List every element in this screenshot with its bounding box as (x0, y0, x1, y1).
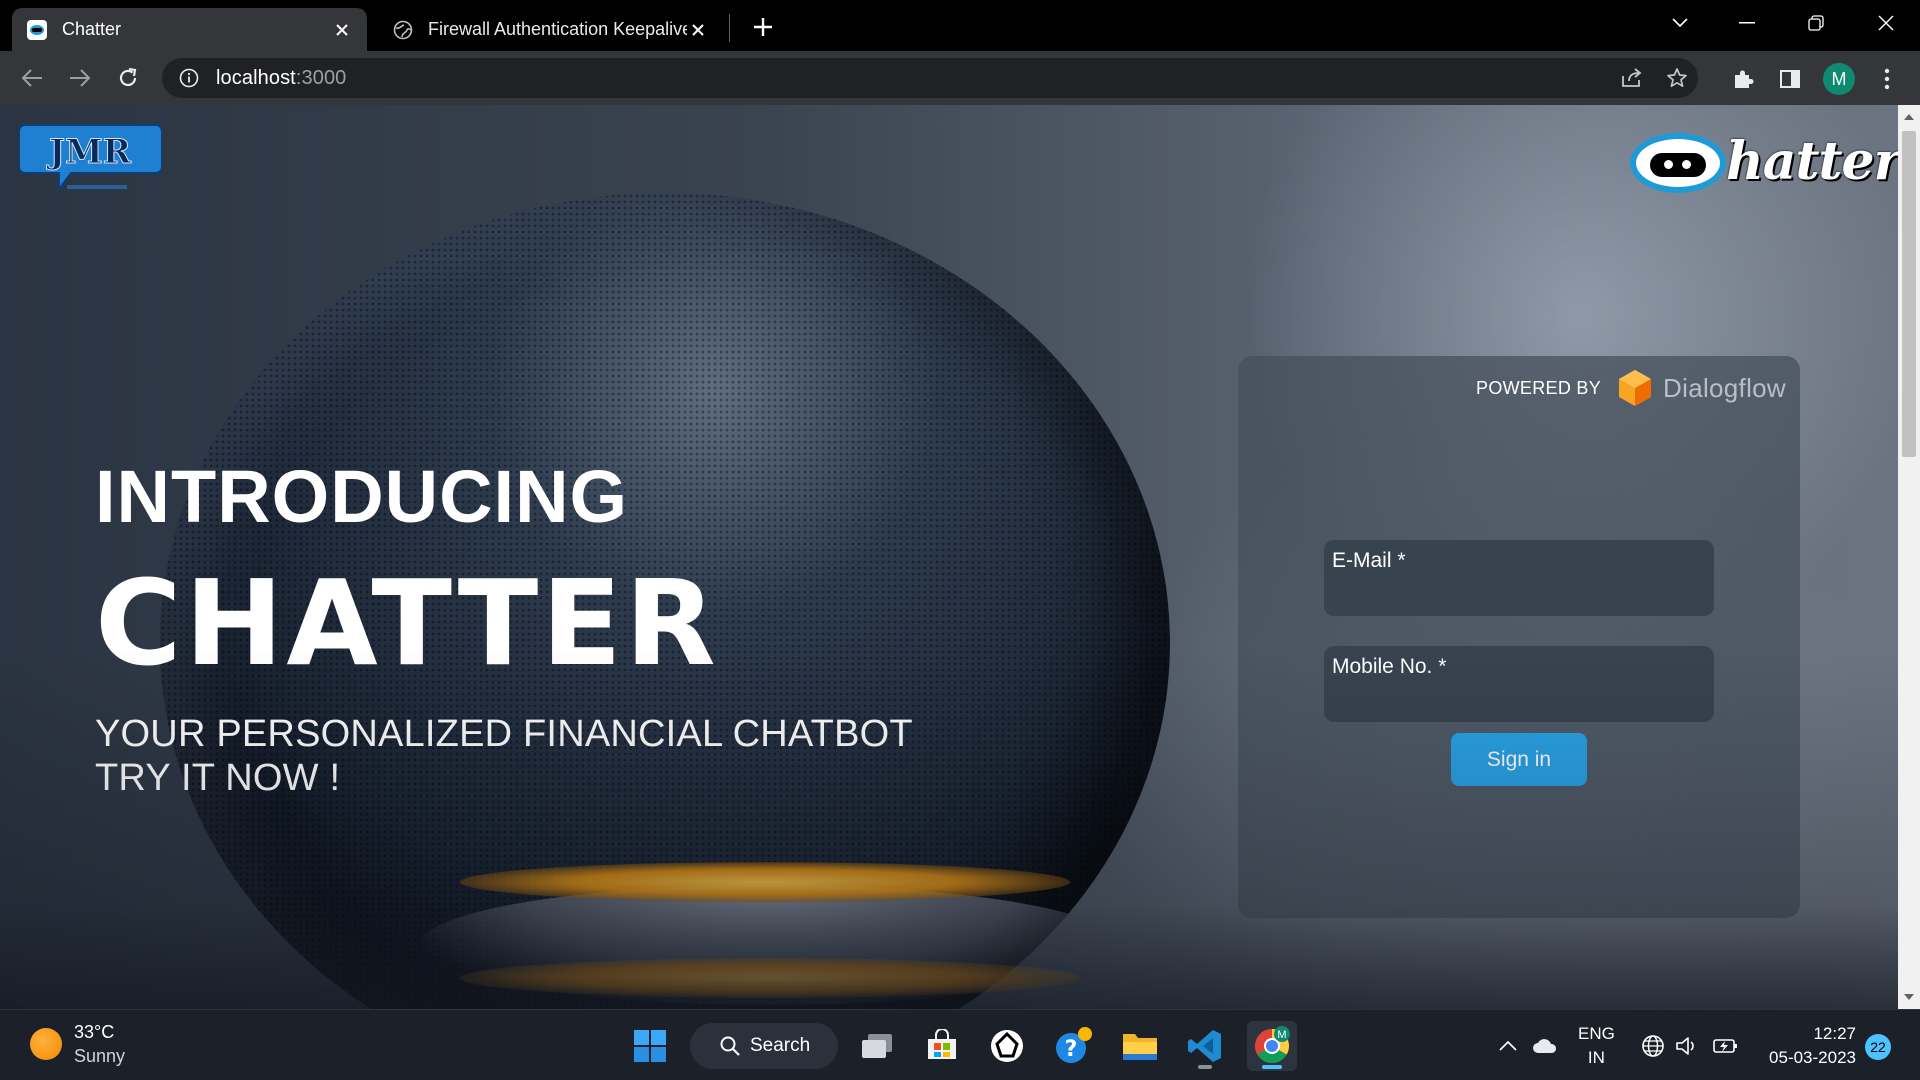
battery-charging-icon[interactable] (1710, 1010, 1742, 1080)
tab-chatter[interactable]: Chatter (12, 8, 367, 51)
chatter-logo-eyes (1650, 153, 1706, 177)
side-panel-icon[interactable] (1776, 65, 1804, 93)
powered-by-label: POWERED BY (1476, 377, 1602, 398)
hero-subtitle-line2: TRY IT NOW ! (95, 757, 341, 799)
tab-title: Chatter (62, 19, 122, 39)
dialogflow-logo-icon (1615, 368, 1655, 408)
tab-firewall[interactable]: Firewall Authentication Keepalive (378, 8, 723, 51)
mobile-label: Mobile No. * (1332, 655, 1447, 678)
scroll-up-arrow-icon[interactable] (1898, 107, 1920, 127)
network-globe-icon[interactable] (1638, 1010, 1668, 1080)
task-view-icon[interactable] (852, 1021, 902, 1071)
system-clock[interactable]: 12:27 05-03-2023 (1760, 1022, 1856, 1070)
chatter-logo[interactable]: hatter (1630, 123, 1898, 203)
clock-date: 05-03-2023 (1769, 1048, 1856, 1067)
sunny-weather-icon (30, 1028, 62, 1060)
active-indicator (1262, 1065, 1282, 1069)
hero-subtitle: YOUR PERSONALIZED FINANCIAL CHATBOT TRY … (95, 712, 913, 800)
chatter-logo-bubble (1630, 133, 1726, 193)
hero-subtitle-line1: YOUR PERSONALIZED FINANCIAL CHATBOT (95, 713, 913, 755)
jmr-logo-text: JMR (46, 132, 132, 172)
clock-time: 12:27 (1813, 1024, 1856, 1043)
tab-separator (729, 14, 730, 42)
running-indicator (1198, 1065, 1212, 1069)
new-tab-button[interactable] (748, 12, 778, 42)
site-info-icon[interactable] (178, 67, 200, 89)
weather-condition: Sunny (74, 1046, 126, 1066)
chrome-profile-badge: M (1277, 1029, 1286, 1041)
tab-search-chevron-icon[interactable] (1660, 8, 1700, 38)
login-card: POWERED BY Dialogflow E-Mail * Mobile No… (1238, 356, 1800, 918)
browser-titlebar: Chatter Firewall Authentication Keepaliv… (0, 0, 1920, 51)
hero-intro: INTRODUCING (95, 455, 629, 538)
taskbar-search[interactable]: Search (690, 1023, 838, 1069)
get-help-icon[interactable]: ? (1049, 1021, 1099, 1071)
profile-avatar[interactable]: M (1823, 63, 1855, 95)
volume-icon[interactable] (1672, 1010, 1702, 1080)
browser-toolbar: localhost:3000 M (0, 51, 1920, 105)
microsoft-store-icon[interactable] (917, 1021, 967, 1071)
globe-icon (392, 19, 414, 41)
sign-in-button[interactable]: Sign in (1451, 733, 1587, 786)
extensions-icon[interactable] (1729, 65, 1757, 93)
scroll-thumb[interactable] (1902, 131, 1916, 457)
reload-button[interactable] (110, 60, 146, 96)
powered-by: POWERED BY Dialogflow (1476, 368, 1786, 408)
back-button[interactable] (14, 60, 50, 96)
svg-text:?: ? (1065, 1037, 1078, 1062)
email-field[interactable]: E-Mail * (1324, 540, 1714, 616)
close-tab-icon[interactable] (331, 19, 353, 41)
speaker-light-ring (460, 862, 1070, 902)
close-window-button[interactable] (1866, 8, 1906, 38)
page-viewport: JMR hatter INTRODUCING CHATTER YOUR PERS… (0, 105, 1898, 1009)
windows-taskbar: 33°C Sunny Search ? M ENG IN 12:27 05-03… (0, 1009, 1920, 1080)
address-bar[interactable]: localhost:3000 (162, 58, 1698, 98)
start-button[interactable] (625, 1021, 675, 1071)
chrome-icon[interactable]: M (1247, 1021, 1297, 1071)
show-hidden-icons-chevron-icon[interactable] (1496, 1010, 1520, 1080)
weather-temperature: 33°C (74, 1022, 115, 1042)
search-icon (720, 1036, 740, 1056)
lang-top: ENG (1578, 1024, 1615, 1043)
email-label: E-Mail * (1332, 549, 1406, 572)
scroll-down-arrow-icon[interactable] (1898, 987, 1920, 1007)
bookmark-star-icon[interactable] (1659, 67, 1695, 89)
share-icon[interactable] (1614, 67, 1650, 89)
taskbar-search-label: Search (750, 1035, 811, 1056)
notification-badge[interactable]: 22 (1865, 1034, 1891, 1060)
forward-button[interactable] (62, 60, 98, 96)
chatter-favicon-icon (26, 19, 48, 41)
page-scrollbar[interactable] (1898, 105, 1920, 1009)
url-host: localhost (216, 66, 296, 89)
mobile-field[interactable]: Mobile No. * (1324, 646, 1714, 722)
lang-bottom: IN (1587, 1048, 1605, 1067)
url-text: localhost:3000 (216, 67, 346, 90)
input-language[interactable]: ENG IN (1578, 1022, 1615, 1070)
close-tab-icon[interactable] (687, 19, 709, 41)
jmr-logo[interactable]: JMR (18, 123, 163, 195)
minimize-button[interactable] (1727, 8, 1767, 38)
weather-widget[interactable]: 33°C Sunny (30, 1020, 125, 1068)
mobile-input[interactable] (1332, 686, 1702, 714)
menu-kebab-icon[interactable] (1873, 65, 1901, 93)
restore-button[interactable] (1796, 8, 1836, 38)
onedrive-cloud-icon[interactable] (1530, 1010, 1560, 1080)
url-port: :3000 (295, 66, 347, 89)
file-explorer-icon[interactable] (1115, 1021, 1165, 1071)
table-surface (0, 905, 1898, 1009)
dialogflow-name: Dialogflow (1663, 372, 1786, 403)
hero-title: CHATTER (95, 554, 719, 692)
vscode-icon[interactable] (1180, 1021, 1230, 1071)
tab-title: Firewall Authentication Keepalive (428, 19, 688, 39)
chatter-logo-text: hatter (1726, 131, 1898, 192)
email-input[interactable] (1332, 580, 1702, 608)
weather-text: 33°C Sunny (74, 1020, 125, 1068)
app-circle-icon[interactable] (982, 1021, 1032, 1071)
hero-section: INTRODUCING CHATTER YOUR PERSONALIZED FI… (95, 460, 913, 800)
